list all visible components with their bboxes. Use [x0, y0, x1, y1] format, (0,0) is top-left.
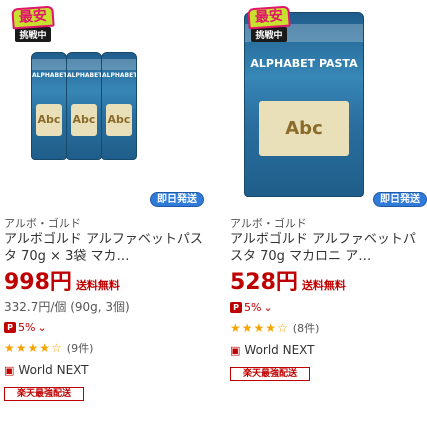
shop-link[interactable]: ▣ World NEXT: [230, 343, 427, 357]
chevron-down-icon: ⌄: [37, 321, 47, 334]
chevron-down-icon: ⌄: [263, 301, 273, 314]
shop-icon: ▣: [4, 363, 15, 377]
pasta-bag-image: ALPHABET Abc: [66, 52, 102, 160]
product-image[interactable]: ALPHABET PASTA Abc 最安 挑戦中 即日発送: [226, 0, 427, 212]
points-rate[interactable]: P 5% ⌄: [230, 301, 427, 314]
price-row: 998円 送料無料: [4, 271, 215, 295]
product-title[interactable]: アルボゴルド アルファベットパスタ 70g × 3袋 マカ…: [4, 231, 215, 265]
points-icon: P: [4, 322, 16, 333]
price: 528円: [230, 270, 298, 295]
rakuten-delivery-badge: 楽天最強配送: [4, 387, 84, 401]
shop-name: World NEXT: [244, 343, 315, 357]
price-row: 528円 送料無料: [230, 271, 427, 295]
shop-icon: ▣: [230, 343, 241, 357]
product-card-2[interactable]: ALPHABET PASTA Abc 最安 挑戦中 即日発送 アルボ・ゴルド ア…: [226, 0, 427, 381]
star-rating-icon: ★★★★☆: [230, 321, 289, 335]
free-shipping-label: 送料無料: [301, 279, 346, 292]
pasta-bag-image: ALPHABET Abc: [31, 52, 67, 160]
product-title[interactable]: アルボゴルド アルファベットパスタ 70g マカロニ ア…: [230, 231, 427, 265]
shop-name: World NEXT: [18, 363, 89, 377]
review-count: (9件): [66, 342, 94, 355]
same-day-shipping-badge: 即日発送: [150, 192, 204, 207]
points-icon: P: [230, 302, 242, 313]
rating[interactable]: ★★★★☆ (9件): [4, 340, 215, 356]
brand-name[interactable]: アルボ・ゴルド: [230, 217, 427, 231]
rakuten-delivery-badge: 楽天最強配送: [230, 367, 310, 381]
pasta-bag-image: ALPHABET Abc: [101, 52, 137, 160]
star-rating-icon: ★★★★☆: [4, 341, 63, 355]
promo-badge: 最安 挑戦中: [8, 2, 58, 46]
product-image[interactable]: ALPHABET Abc ALPHABET Abc ALPHABET Abc 最…: [0, 0, 215, 212]
promo-badge: 最安 挑戦中: [244, 2, 294, 46]
points-rate[interactable]: P 5% ⌄: [4, 321, 215, 334]
price: 998円: [4, 270, 72, 295]
product-card-1[interactable]: ALPHABET Abc ALPHABET Abc ALPHABET Abc 最…: [0, 0, 215, 401]
review-count: (8件): [292, 322, 320, 335]
rating[interactable]: ★★★★☆ (8件): [230, 320, 427, 336]
unit-price: 332.7円/個 (90g, 3個): [4, 300, 130, 314]
free-shipping-label: 送料無料: [75, 279, 120, 292]
brand-name[interactable]: アルボ・ゴルド: [4, 217, 215, 231]
same-day-shipping-badge: 即日発送: [373, 192, 427, 207]
shop-link[interactable]: ▣ World NEXT: [4, 363, 215, 377]
